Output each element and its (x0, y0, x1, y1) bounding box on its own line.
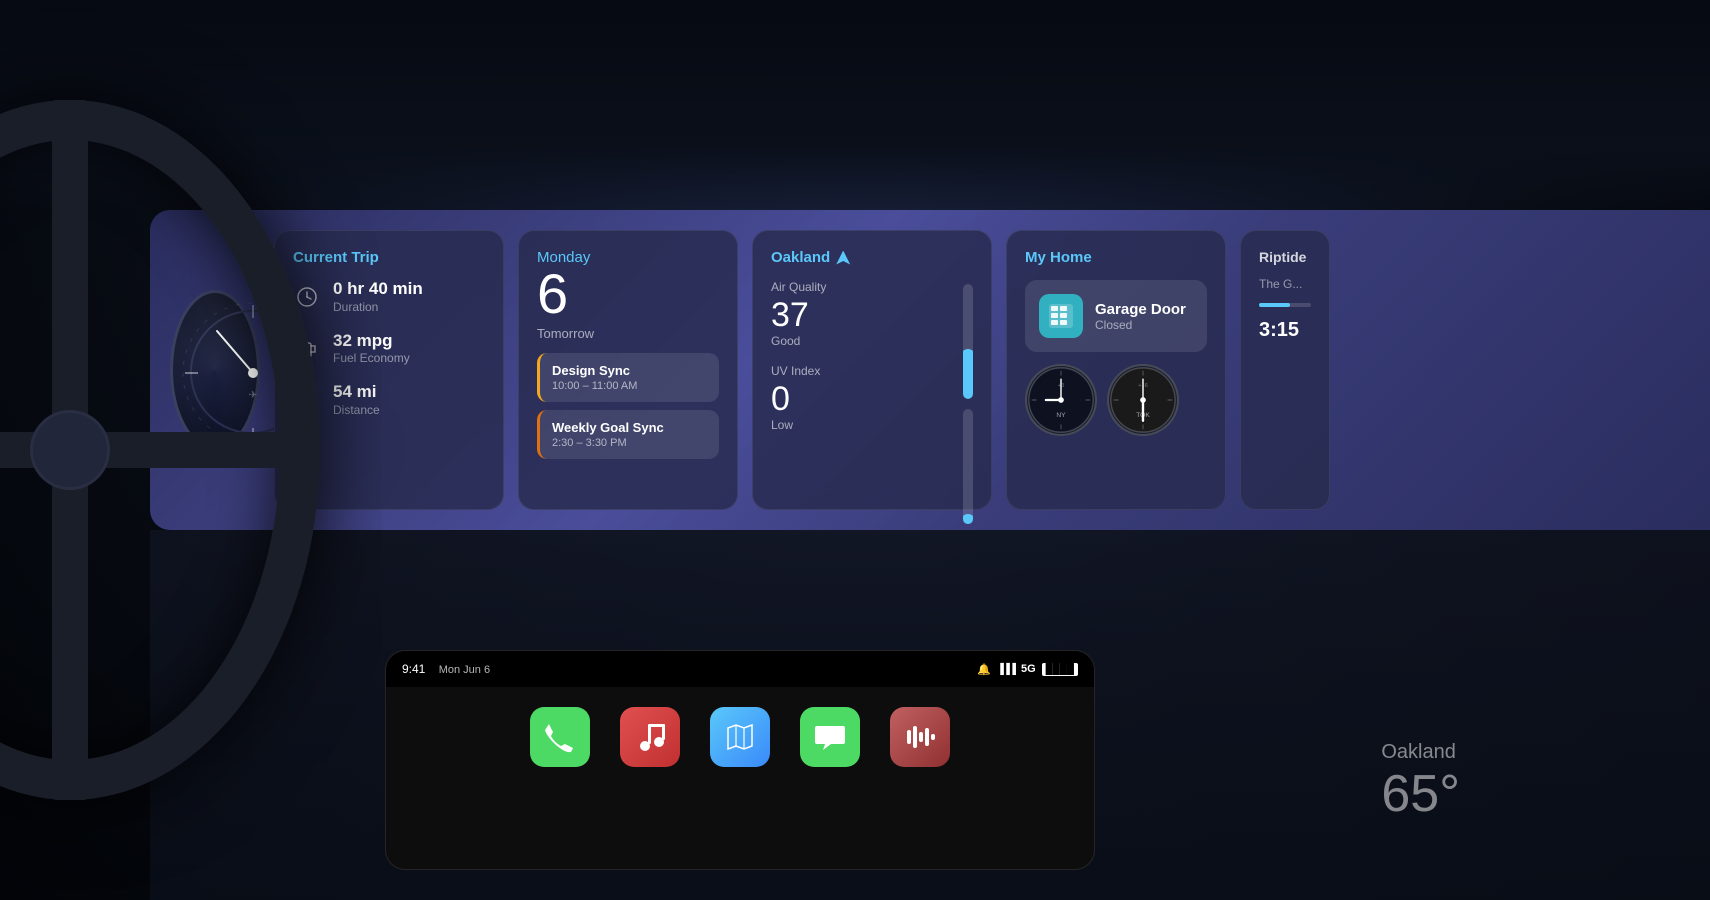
uv-section: UV Index 0 Low (771, 364, 947, 432)
world-clocks: NY +3 (1025, 364, 1207, 436)
trip-fuel: 32 mpg Fuel Economy (293, 332, 485, 366)
aq-bar-indicator (963, 349, 973, 363)
event-2-time: 2:30 – 3:30 PM (552, 437, 707, 449)
weather-bars (963, 280, 973, 524)
location-icon (836, 251, 850, 265)
riptide-time: 3:15 (1259, 319, 1311, 342)
weather-content: Air Quality 37 Good UV Index 0 Low (771, 280, 973, 524)
uv-bar-container (963, 409, 973, 524)
tok-clock: TOK +16 (1107, 364, 1179, 436)
network-type: 5G (1021, 663, 1036, 675)
fuel-value: 32 mpg (333, 332, 410, 351)
riptide-card[interactable]: Riptide The G... 3:15 (1240, 230, 1330, 510)
ny-clock-face: NY +3 (1025, 364, 1097, 436)
weather-city: Oakland (771, 249, 830, 266)
riptide-title: Riptide (1259, 249, 1311, 265)
riptide-progress-fill (1259, 303, 1290, 307)
trip-duration: 0 hr 40 min Duration (293, 280, 485, 314)
riptide-subtitle: The G... (1259, 277, 1311, 291)
tok-clock-face: TOK +16 (1107, 364, 1179, 436)
calendar-date: 6 (537, 266, 719, 322)
maps-app[interactable] (710, 707, 770, 767)
bottom-temp: 65° (1381, 768, 1460, 820)
bottom-city: Oakland (1381, 741, 1460, 764)
event-1-time: 10:00 – 11:00 AM (552, 380, 707, 392)
ny-clock: NY +3 (1025, 364, 1097, 436)
status-time: 9:41 Mon Jun 6 (402, 662, 490, 676)
aq-label: Air Quality (771, 280, 947, 294)
calendar-card[interactable]: Monday 6 Tomorrow Design Sync 10:00 – 11… (518, 230, 738, 510)
dashboard-strip: ✈ Current Trip 0 hr 40 min Duration (150, 210, 1710, 530)
trip-distance: 54 mi Distance (293, 383, 485, 417)
bottom-weather-widget: Oakland 65° (1381, 741, 1460, 820)
status-indicators: 🔔 ▐▐▐ 5G ████ (977, 663, 1078, 676)
calendar-tomorrow: Tomorrow (537, 326, 719, 341)
uv-value: 0 (771, 382, 947, 416)
garage-door-status: Closed (1095, 318, 1186, 332)
garage-door-tile[interactable]: Garage Door Closed (1025, 280, 1207, 352)
distance-value: 54 mi (333, 383, 380, 402)
calendar-event-1[interactable]: Design Sync 10:00 – 11:00 AM (537, 353, 719, 402)
phone-screen[interactable]: 9:41 Mon Jun 6 🔔 ▐▐▐ 5G ████ (385, 650, 1095, 870)
svg-text:+16: +16 (1138, 383, 1148, 389)
weather-metrics: Air Quality 37 Good UV Index 0 Low (771, 280, 947, 524)
music-player-app[interactable] (890, 707, 950, 767)
event-1-name: Design Sync (552, 363, 707, 378)
duration-label: Duration (333, 300, 423, 314)
home-card[interactable]: My Home Garage Door Closed (1006, 230, 1226, 510)
aq-status: Good (771, 334, 947, 348)
app-grid (386, 687, 1094, 787)
event-2-name: Weekly Goal Sync (552, 420, 707, 435)
aq-value: 37 (771, 298, 947, 332)
uv-label: UV Index (771, 364, 947, 378)
weather-title: Oakland (771, 249, 973, 266)
phone-app[interactable] (530, 707, 590, 767)
battery-icon: ████ (1042, 663, 1078, 676)
messages-app[interactable] (800, 707, 860, 767)
duration-value: 0 hr 40 min (333, 280, 423, 299)
top-overlay (0, 0, 1710, 210)
bell-icon: 🔔 (977, 663, 991, 676)
uv-status: Low (771, 418, 947, 432)
home-card-title: My Home (1025, 249, 1207, 266)
music-app[interactable] (620, 707, 680, 767)
trip-card-title: Current Trip (293, 249, 485, 266)
calendar-event-2[interactable]: Weekly Goal Sync 2:30 – 3:30 PM (537, 410, 719, 459)
air-quality-section: Air Quality 37 Good (771, 280, 947, 348)
status-bar: 9:41 Mon Jun 6 🔔 ▐▐▐ 5G ████ (386, 651, 1094, 687)
aq-bar-container (963, 284, 973, 399)
steering-hub (30, 410, 110, 490)
svg-text:TOK: TOK (1136, 412, 1150, 419)
signal-bars: ▐▐▐ (997, 664, 1015, 675)
weather-card[interactable]: Oakland Air Quality 37 Good UV Index 0 L… (752, 230, 992, 510)
riptide-progress (1259, 303, 1311, 307)
garage-icon (1039, 294, 1083, 338)
garage-door-name: Garage Door (1095, 301, 1186, 318)
fuel-label: Fuel Economy (333, 351, 410, 365)
svg-text:+3: +3 (1058, 383, 1064, 389)
distance-label: Distance (333, 403, 380, 417)
svg-text:NY: NY (1056, 412, 1066, 419)
uv-bar-indicator (963, 514, 973, 524)
